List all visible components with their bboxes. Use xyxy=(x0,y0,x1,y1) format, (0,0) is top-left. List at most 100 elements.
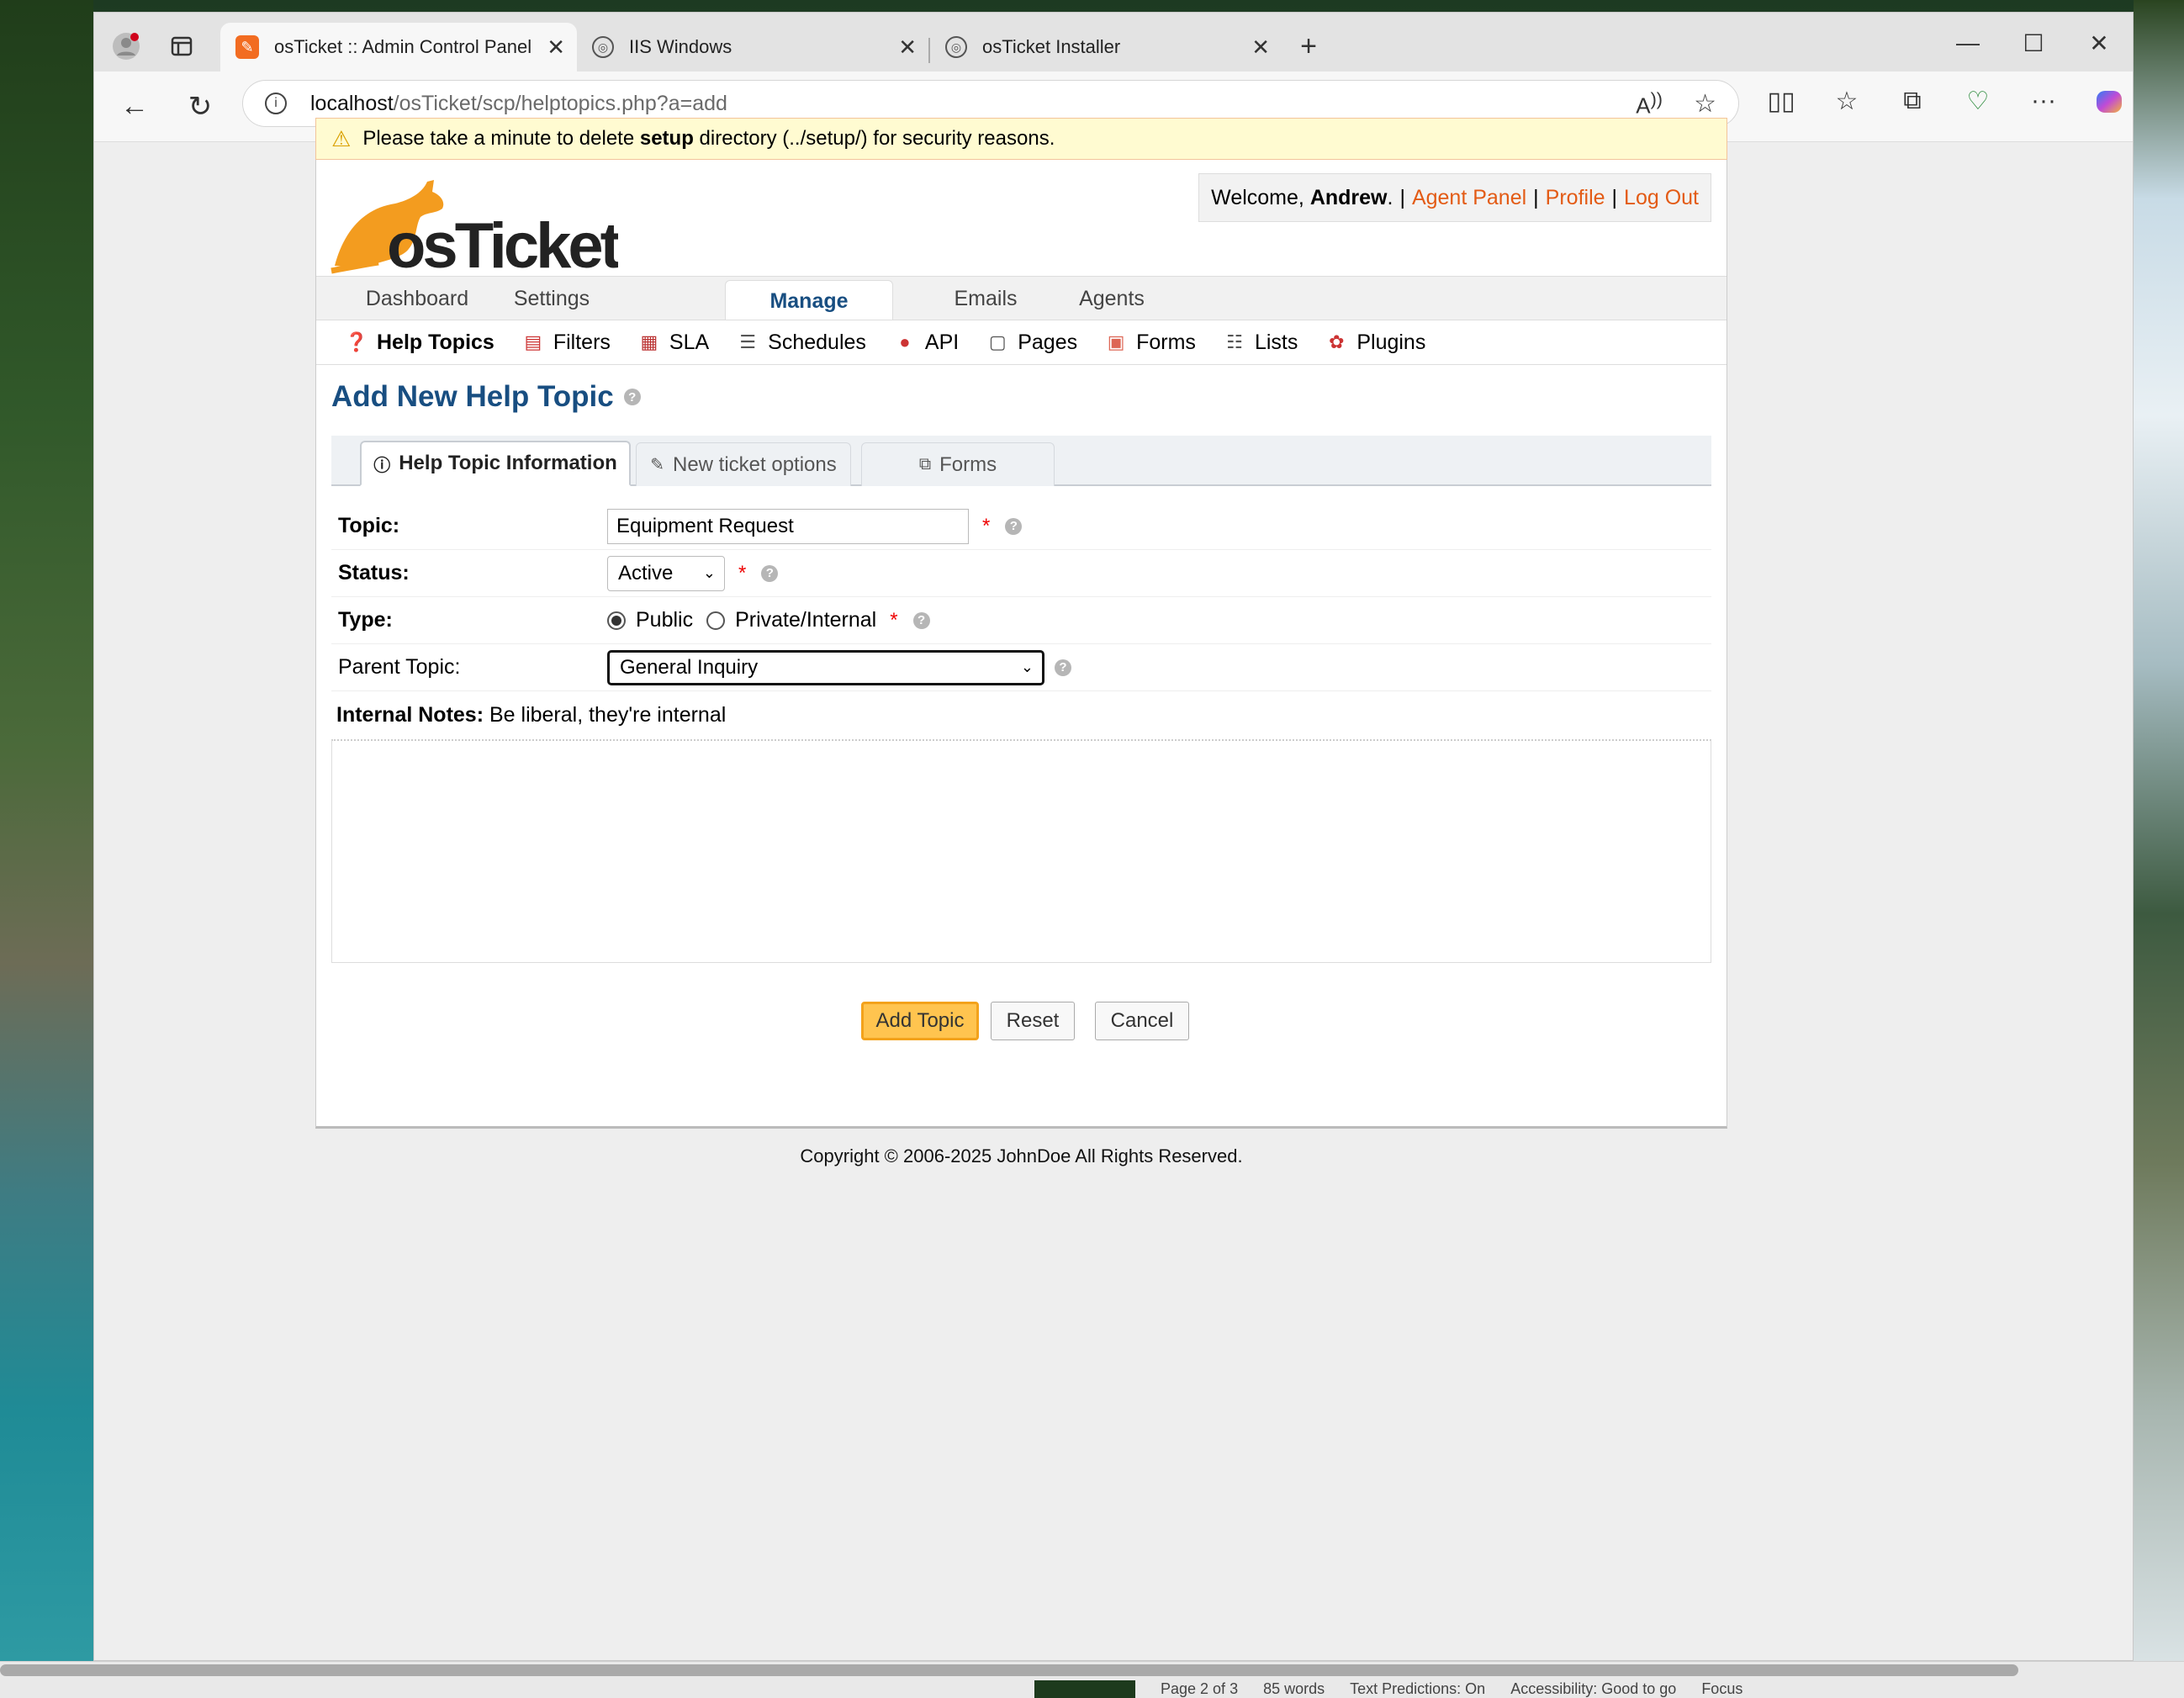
status-page: Page 2 of 3 xyxy=(1161,1680,1239,1697)
nav-tab-emails[interactable]: Emails xyxy=(918,277,1053,320)
help-topics-icon: ❓ xyxy=(345,331,368,352)
cancel-button[interactable]: Cancel xyxy=(1095,1002,1189,1040)
warning-suffix: directory (../setup/) for security reaso… xyxy=(699,127,1055,150)
tab-osticket-installer[interactable]: ◎ osTicket Installer ✕ xyxy=(930,23,1282,71)
form-body: Topic: Equipment Request * ? Status: Act… xyxy=(331,503,1711,963)
close-tab-icon[interactable]: ✕ xyxy=(1251,34,1270,61)
forms-icon: ▣ xyxy=(1107,331,1125,352)
browser-essentials-icon[interactable]: ♡ xyxy=(1959,87,1996,116)
parent-topic-label: Parent Topic: xyxy=(338,655,461,679)
type-public-radio[interactable] xyxy=(607,611,626,630)
nav-tab-settings[interactable]: Settings xyxy=(484,277,619,320)
type-label: Type: xyxy=(338,608,393,632)
tab-iis-windows[interactable]: ◎ IIS Windows ✕ xyxy=(577,23,928,71)
subnav-sla[interactable]: ▦ SLA xyxy=(639,331,710,355)
globe-icon: ◎ xyxy=(945,36,967,58)
plugins-icon: ✿ xyxy=(1329,331,1345,352)
close-tab-icon[interactable]: ✕ xyxy=(898,34,917,61)
tab-forms[interactable]: ⧉ Forms xyxy=(861,442,1055,486)
minimize-icon[interactable]: — xyxy=(1951,29,1985,56)
subnav-help-topics[interactable]: ❓ Help Topics xyxy=(345,331,494,355)
close-window-icon[interactable]: ✕ xyxy=(2082,29,2116,57)
status-predictions: Text Predictions: On xyxy=(1350,1680,1486,1697)
required-marker: * xyxy=(738,561,747,585)
osticket-logo[interactable]: osTicket xyxy=(328,175,625,282)
pencil-icon: ✎ xyxy=(650,456,664,474)
status-focus[interactable]: Focus xyxy=(1701,1680,1742,1698)
help-tip-icon[interactable]: ? xyxy=(912,611,930,629)
status-accessibility: Accessibility: Good to go xyxy=(1510,1680,1677,1697)
chevron-down-icon: ⌄ xyxy=(702,564,716,581)
profile-link[interactable]: Profile xyxy=(1546,186,1605,210)
warning-prefix: Please take a minute to delete xyxy=(362,127,635,150)
subnav-filters[interactable]: ▤ Filters xyxy=(523,331,610,355)
add-topic-button[interactable]: Add Topic xyxy=(861,1002,979,1040)
back-arrow-icon[interactable]: ← xyxy=(116,90,153,123)
split-screen-icon[interactable]: ▯▯ xyxy=(1763,87,1800,116)
collections-icon[interactable]: ⧉ xyxy=(1894,87,1931,115)
agent-panel-link[interactable]: Agent Panel xyxy=(1412,186,1526,210)
reset-button[interactable]: Reset xyxy=(991,1002,1075,1040)
nav-tab-manage[interactable]: Manage xyxy=(725,280,893,321)
subnav-pages[interactable]: ▢ Pages xyxy=(987,331,1077,355)
required-marker: * xyxy=(982,514,991,537)
new-tab-icon[interactable]: + xyxy=(1292,29,1325,63)
refresh-icon[interactable]: ↻ xyxy=(182,90,219,124)
desktop-wallpaper-left xyxy=(0,0,93,1661)
api-icon: ● xyxy=(899,331,911,352)
status-select[interactable]: Active ⌄ xyxy=(607,555,725,591)
status-label: Status: xyxy=(338,561,410,585)
subnav-plugins[interactable]: ✿ Plugins xyxy=(1326,331,1425,355)
more-menu-icon[interactable]: ··· xyxy=(2025,87,2062,115)
close-tab-icon[interactable]: ✕ xyxy=(547,34,565,61)
copilot-icon[interactable] xyxy=(2091,87,2128,124)
site-info-icon[interactable]: i xyxy=(265,93,287,114)
form-tabs: ⓘ Help Topic Information ✎ New ticket opti… xyxy=(331,436,1711,486)
content-area: Add New Help Topic ? ⓘ Help Topic Informa… xyxy=(316,380,1727,1064)
internal-notes-heading: Internal Notes: Be liberal, they're inte… xyxy=(331,703,1711,727)
chevron-down-icon: ⌄ xyxy=(1020,659,1034,675)
nav-tab-agents[interactable]: Agents xyxy=(1044,277,1179,320)
tab-new-ticket-options[interactable]: ✎ New ticket options xyxy=(636,442,851,486)
subnav-schedules[interactable]: ☰ Schedules xyxy=(738,331,866,355)
internal-notes-editor[interactable] xyxy=(331,739,1711,963)
help-tip-icon[interactable]: ? xyxy=(1055,659,1071,676)
profile-icon[interactable] xyxy=(109,29,143,63)
read-aloud-icon[interactable]: A)) xyxy=(1636,88,1663,119)
help-tip-icon[interactable]: ? xyxy=(1005,517,1023,535)
page-title: Add New Help Topic xyxy=(331,380,614,413)
logout-link[interactable]: Log Out xyxy=(1624,186,1699,210)
internal-notes-label: Internal Notes: xyxy=(336,703,484,727)
subnav-forms[interactable]: ▣ Forms xyxy=(1106,331,1196,355)
topic-input[interactable]: Equipment Request xyxy=(607,508,969,544)
info-icon: ⓘ xyxy=(373,456,391,475)
main-nav: Dashboard Settings Manage Emails Agents xyxy=(316,276,1727,321)
type-private-radio[interactable] xyxy=(706,611,726,630)
help-tip-icon[interactable]: ? xyxy=(623,389,641,405)
favorites-icon[interactable]: ☆ xyxy=(1828,87,1865,116)
tab-strip: ✎ osTicket :: Admin Control Panel ✕ ◎ II… xyxy=(94,13,2133,71)
favorite-star-icon[interactable]: ☆ xyxy=(1694,89,1716,119)
tab-help-topic-information[interactable]: ⓘ Help Topic Information xyxy=(360,441,631,486)
parent-topic-row: Parent Topic: General Inquiry ⌄ ? xyxy=(331,644,1711,691)
tab-actions-icon[interactable] xyxy=(165,29,198,63)
subnav-lists[interactable]: ☷ Lists xyxy=(1224,331,1298,355)
thumbnail-strip xyxy=(1034,1680,1135,1698)
help-tip-icon[interactable]: ? xyxy=(761,564,779,582)
osticket-favicon-icon: ✎ xyxy=(235,35,259,59)
tab-osticket-admin[interactable]: ✎ osTicket :: Admin Control Panel ✕ xyxy=(220,23,577,71)
maximize-icon[interactable]: ☐ xyxy=(2017,29,2050,57)
subnav-api[interactable]: ● API xyxy=(895,331,959,355)
filter-icon: ▤ xyxy=(524,331,542,352)
desktop-wallpaper-right xyxy=(2134,0,2184,1661)
horizontal-scrollbar[interactable] xyxy=(0,1664,2018,1676)
url-text: localhost/osTicket/scp/helptopics.php?a=… xyxy=(310,91,727,115)
parent-topic-select[interactable]: General Inquiry ⌄ xyxy=(607,649,1044,685)
type-private-label: Private/Internal xyxy=(735,608,877,632)
admin-panel: osTicket Welcome, Andrew. | Agent Panel … xyxy=(315,160,1727,1129)
warning-bold: setup xyxy=(639,127,694,150)
required-marker: * xyxy=(890,608,898,632)
tab-title: osTicket :: Admin Control Panel xyxy=(274,36,532,57)
pages-icon: ▢ xyxy=(988,331,1007,352)
nav-tab-dashboard[interactable]: Dashboard xyxy=(350,277,484,320)
